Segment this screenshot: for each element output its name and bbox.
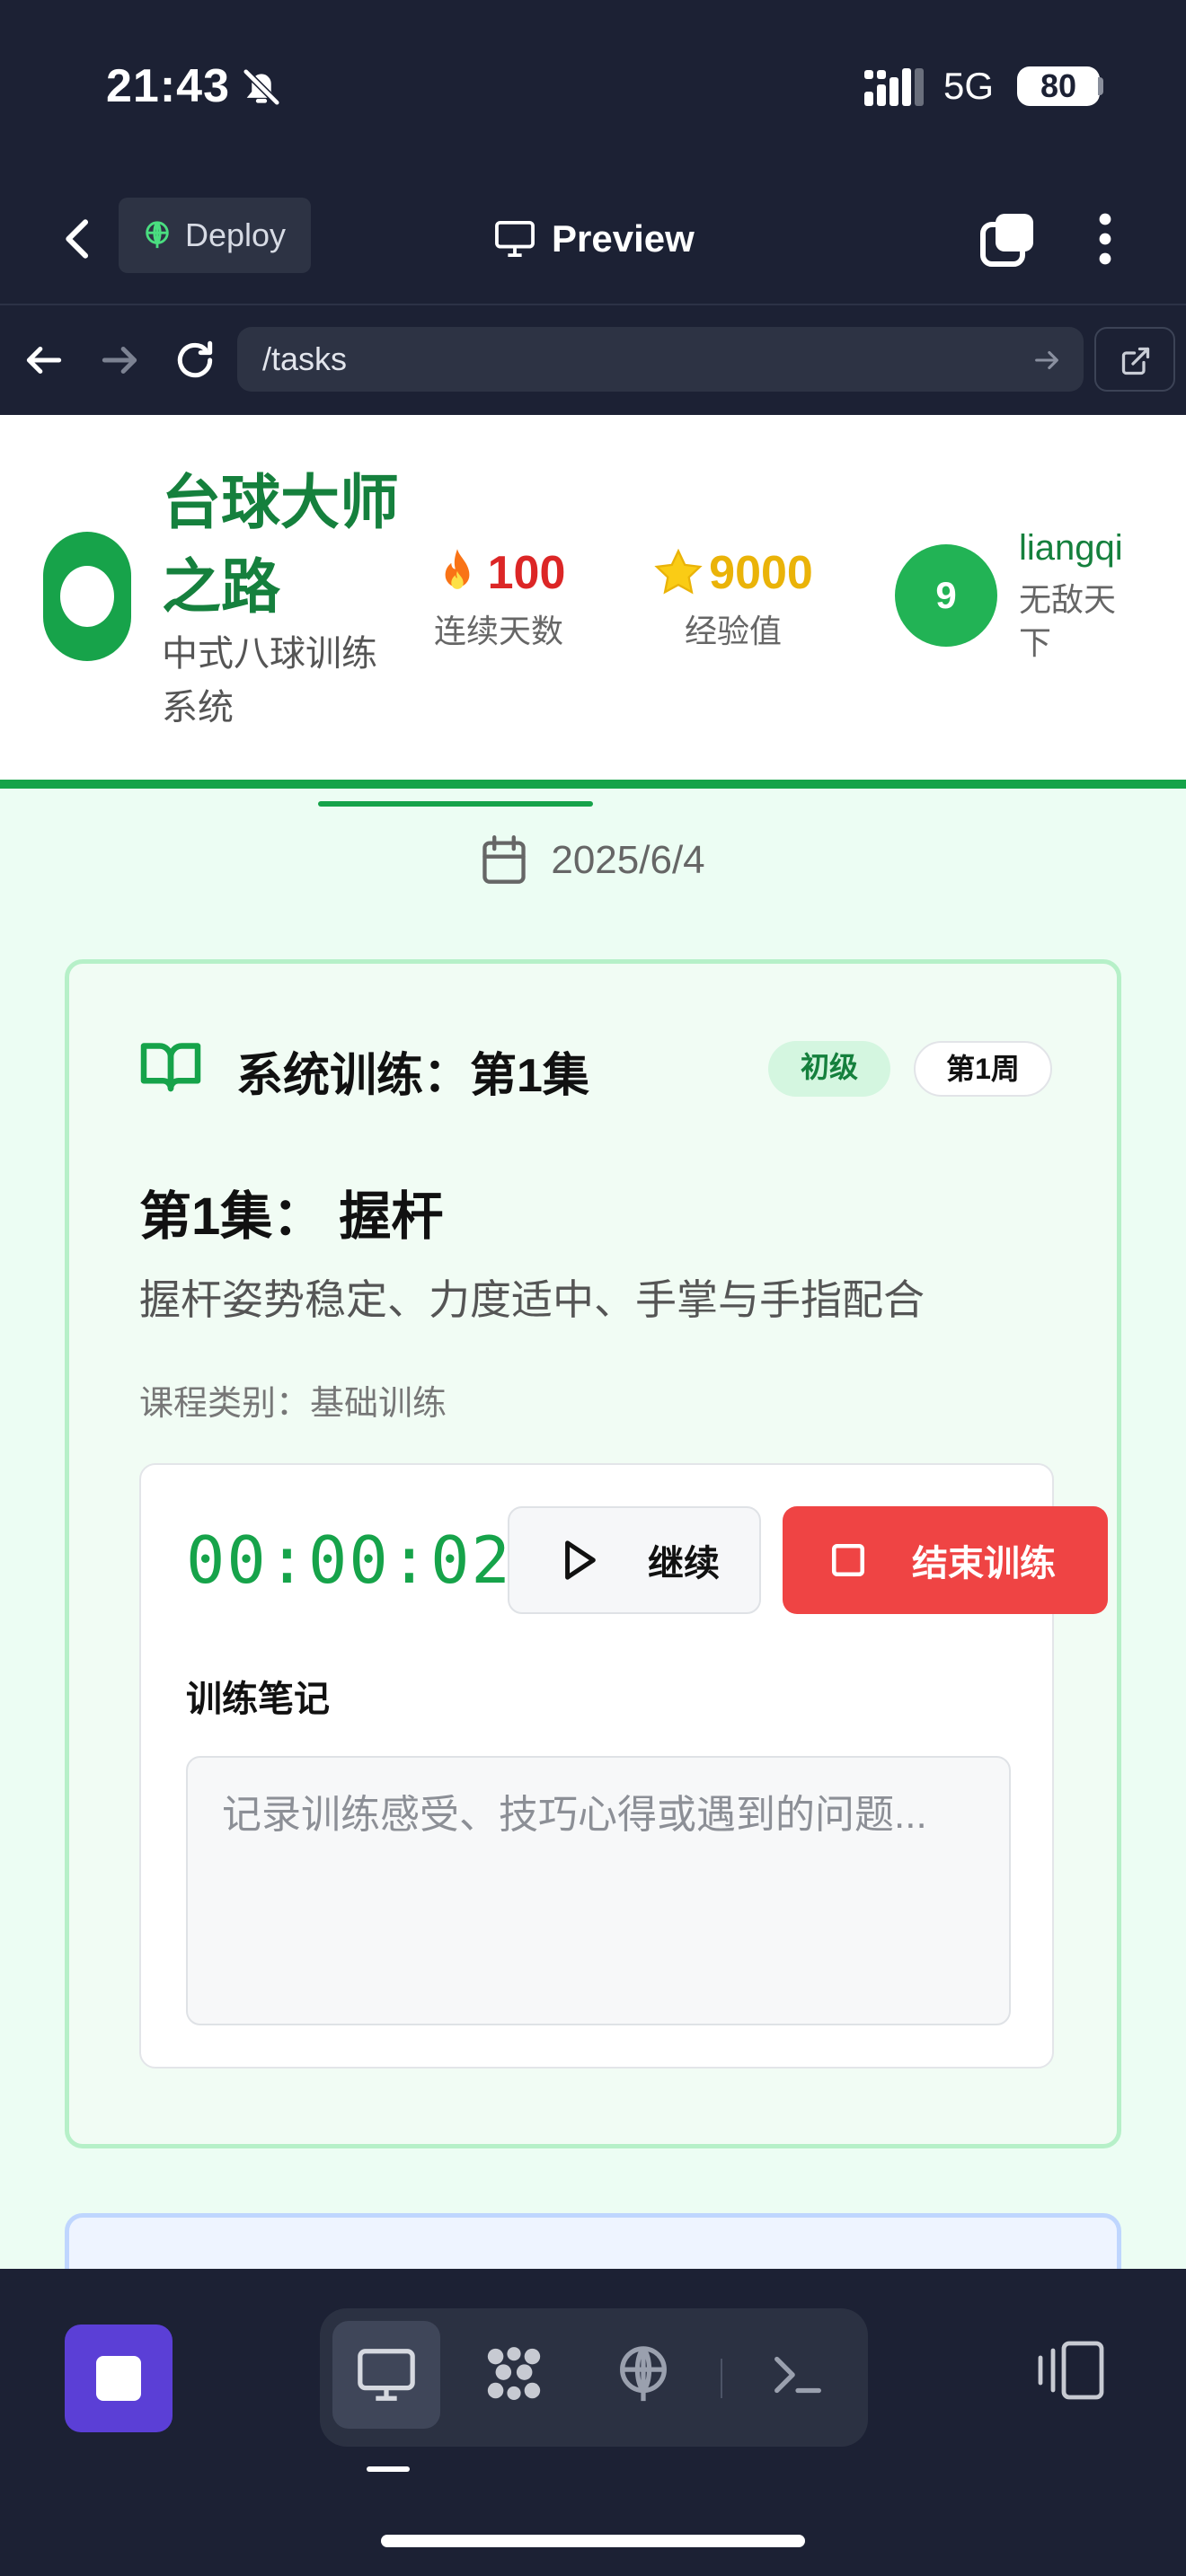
timer-display: 00:00:02 (186, 1522, 512, 1598)
bell-off-icon (242, 67, 281, 107)
mode-divider (721, 2359, 722, 2398)
book-open-icon (140, 1043, 201, 1092)
address-bar: /tasks (0, 305, 1186, 415)
header-divider (0, 780, 1186, 789)
stop-button[interactable] (65, 2325, 173, 2432)
xp-stat: 9000 经验值 (634, 546, 832, 652)
week-badge: 第1周 (914, 1041, 1052, 1097)
deploy-mode-button[interactable] (589, 2321, 697, 2429)
streak-label: 连续天数 (433, 613, 563, 649)
continue-button[interactable]: 继续 (508, 1506, 761, 1614)
agent-mode-button[interactable] (460, 2321, 568, 2429)
active-mode-underline (367, 2466, 410, 2472)
date-row: 2025/6/4 (0, 835, 1186, 886)
bottom-toolbar (0, 2269, 1186, 2576)
site-header: 台球大师之路 中式八球训练系统 100 连续天数 9000 经验值 9 lian… (0, 415, 1186, 789)
go-arrow-icon[interactable] (1031, 345, 1062, 375)
reload-icon[interactable] (173, 338, 217, 383)
lesson-title: 第1集： 握杆 (139, 1187, 444, 1246)
battery-tip (1098, 77, 1103, 95)
notes-textarea[interactable] (186, 1756, 1011, 2025)
square-icon (831, 1543, 865, 1577)
panel-toggle-icon[interactable] (1033, 2339, 1105, 2402)
lesson-card: 系统训练：第1集 初级 第1周 第1集： 握杆 握杆姿势稳定、力度适中、手掌与手… (65, 959, 1121, 2148)
back-icon[interactable] (54, 212, 104, 266)
site-logo (43, 532, 131, 661)
play-icon (565, 1540, 596, 1580)
xp-label: 经验值 (684, 613, 782, 649)
continue-label: 继续 (648, 1544, 720, 1584)
end-training-button[interactable]: 结束训练 (783, 1506, 1108, 1614)
active-tab-indicator (318, 801, 593, 807)
terminal-icon (774, 2356, 821, 2394)
agent-icon (487, 2347, 541, 2400)
globe-icon (146, 221, 169, 249)
user-rank: 无敌天下 (1019, 581, 1117, 661)
app-header: Deploy Preview (0, 171, 1186, 305)
mode-switcher (320, 2308, 868, 2447)
more-vertical-icon[interactable] (1091, 210, 1120, 268)
current-date: 2025/6/4 (551, 838, 705, 882)
user-name: liangqi (1019, 528, 1123, 568)
streak-stat: 100 连续天数 (422, 546, 575, 652)
site-title: 台球大师之路 (162, 469, 399, 620)
monitor-icon (358, 2349, 415, 2401)
streak-value: 100 (487, 547, 566, 599)
star-icon (654, 548, 703, 595)
avatar[interactable]: 9 (895, 544, 997, 647)
arrow-right-icon[interactable] (97, 338, 142, 383)
level-badge: 初级 (768, 1041, 890, 1097)
status-bar: 21:43 5G 80 (0, 0, 1186, 171)
xp-value: 9000 (709, 547, 813, 599)
status-time: 21:43 (106, 60, 230, 112)
main-content: 2025/6/4 系统训练：第1集 初级 第1周 第1集： 握杆 握杆姿势稳定、… (0, 789, 1186, 2269)
tabs-icon[interactable] (979, 210, 1037, 268)
shell-mode-button[interactable] (744, 2321, 852, 2429)
globe-icon (620, 2346, 667, 2402)
home-indicator (381, 2535, 805, 2547)
preview-label: Preview (552, 217, 695, 260)
open-external-button[interactable] (1094, 327, 1175, 392)
calendar-icon (482, 835, 527, 884)
notes-label: 训练笔记 (186, 1680, 330, 1719)
lesson-heading: 系统训练：第1集 (236, 1050, 589, 1102)
url-input[interactable]: /tasks (237, 327, 1084, 392)
battery-level: 80 (1017, 66, 1100, 106)
end-training-label: 结束训练 (912, 1544, 1056, 1584)
network-type: 5G (943, 65, 995, 107)
next-lesson-card (65, 2213, 1121, 2269)
lesson-category: 课程类别：基础训练 (139, 1385, 447, 1423)
deploy-label: Deploy (185, 216, 287, 253)
preview-title: Preview (494, 210, 695, 268)
preview-mode-button[interactable] (332, 2321, 440, 2429)
external-link-icon (1121, 347, 1150, 375)
signal-icon (864, 68, 924, 106)
arrow-left-icon[interactable] (22, 338, 66, 383)
lesson-description: 握杆姿势稳定、力度适中、手掌与手指配合 (139, 1276, 925, 1323)
site-subtitle: 中式八球训练系统 (162, 634, 377, 728)
monitor-icon (495, 220, 535, 258)
training-panel: 00:00:02 继续 结束训练 训练笔记 (139, 1463, 1108, 2069)
deploy-button[interactable]: Deploy (119, 198, 311, 273)
fire-icon (445, 549, 469, 589)
